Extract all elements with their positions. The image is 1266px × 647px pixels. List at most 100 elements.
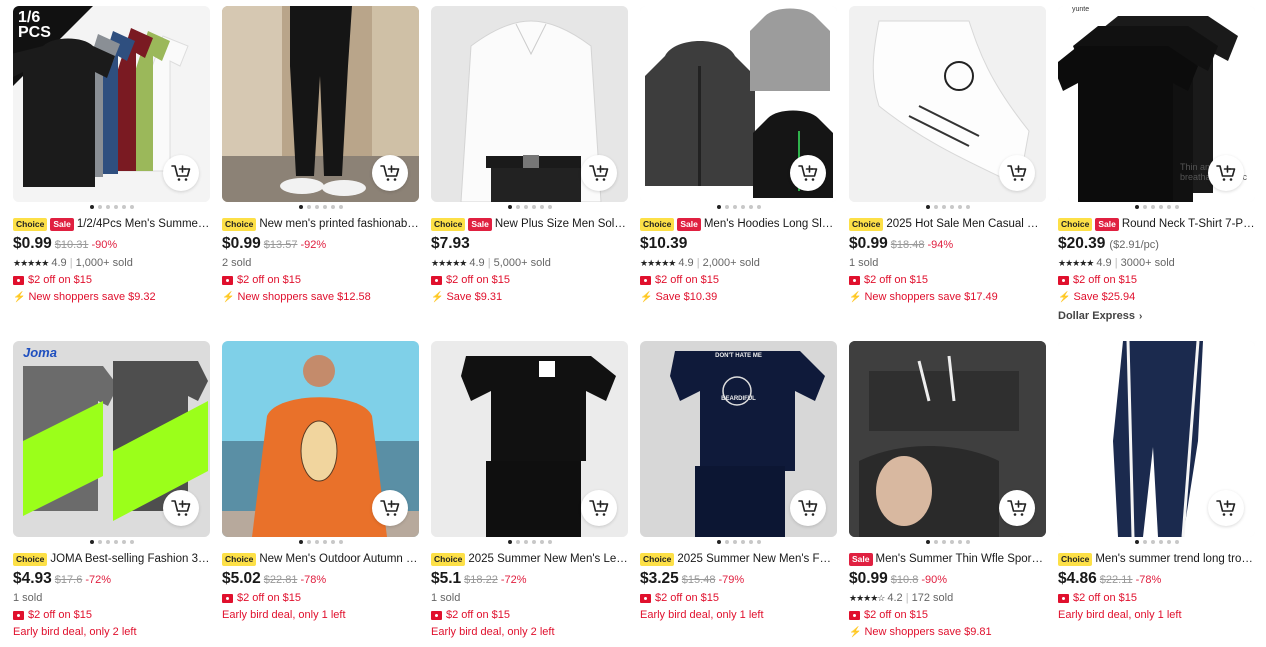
product-image[interactable] <box>431 341 628 537</box>
product-card[interactable]: 1/6 PCS ChoiceSale1/2/4Pcs Men's Summer C… <box>13 6 210 341</box>
product-card[interactable]: Choice2025 Hot Sale Men Casual Sweatpant… <box>849 6 1046 341</box>
product-image[interactable] <box>849 341 1046 537</box>
coupon-row[interactable]: $2 off on $15 <box>431 607 628 624</box>
dollar-express-link[interactable]: Dollar Express › <box>1058 308 1255 325</box>
image-pagination-dots[interactable] <box>298 205 343 209</box>
add-to-cart-button[interactable] <box>1208 490 1244 526</box>
product-card[interactable]: ChoiceNew Men's Outdoor Autumn Hoodie $5.… <box>222 341 419 647</box>
coupon-row[interactable]: $2 off on $15 <box>222 590 419 607</box>
product-title[interactable]: New Men's Outdoor Autumn Hoodie <box>259 553 419 565</box>
add-to-cart-button[interactable] <box>999 155 1035 191</box>
product-image[interactable]: Joma <box>13 341 210 537</box>
product-image[interactable] <box>849 6 1046 202</box>
product-title-row[interactable]: ChoiceJOMA Best-selling Fashion 3D Print… <box>13 551 210 567</box>
image-pagination-dots[interactable] <box>89 205 134 209</box>
sale-badge: Sale <box>677 217 701 231</box>
coupon-row[interactable]: $2 off on $15 <box>849 607 1046 624</box>
product-title[interactable]: Men's Summer Thin Wfle Sport Pants <box>876 553 1047 565</box>
add-to-cart-button[interactable] <box>581 490 617 526</box>
product-card[interactable]: ChoiceSaleMen's Hoodies Long Sleeve Zipp… <box>640 6 837 341</box>
product-image[interactable]: yunteThin and breathable fabric <box>1058 6 1255 202</box>
product-title-row[interactable]: ChoiceSaleMen's Hoodies Long Sleeve Zipp… <box>640 216 837 232</box>
product-title[interactable]: New men's printed fashionable casual pan… <box>259 218 419 230</box>
promo-text: Save $25.94 <box>1073 291 1136 303</box>
product-image[interactable] <box>431 6 628 202</box>
current-price: $0.99 <box>222 235 261 252</box>
product-card[interactable]: ChoiceSaleNew Plus Size Men Solid Color … <box>431 6 628 341</box>
product-title[interactable]: 2025 Summer New Men's Fashion Set <box>677 553 837 565</box>
product-title-row[interactable]: ChoiceNew Men's Outdoor Autumn Hoodie <box>222 551 419 567</box>
product-title-row[interactable]: Choice Men's summer trend long trousers <box>1058 551 1255 567</box>
product-title-row[interactable]: ChoiceSale1/2/4Pcs Men's Summer Casual S… <box>13 216 210 232</box>
product-title-row[interactable]: SaleMen's Summer Thin Wfle Sport Pants <box>849 551 1046 567</box>
product-title[interactable]: Men's summer trend long trousers <box>1095 553 1255 565</box>
add-to-cart-button[interactable] <box>999 490 1035 526</box>
product-title-row[interactable]: ChoiceSaleRound Neck T-Shirt 7-Piece Set <box>1058 216 1255 232</box>
image-pagination-dots[interactable] <box>716 205 761 209</box>
add-to-cart-button[interactable] <box>581 155 617 191</box>
product-title[interactable]: Round Neck T-Shirt 7-Piece Set <box>1122 218 1255 230</box>
image-pagination-dots[interactable] <box>507 540 552 544</box>
product-title[interactable]: New Plus Size Men Solid Color Long Sleev… <box>495 218 628 230</box>
product-card[interactable]: Joma ChoiceJOMA Best-selling Fashion 3D P… <box>13 341 210 647</box>
coupon-row[interactable]: $2 off on $15 <box>1058 272 1255 289</box>
product-image[interactable]: 1/6 PCS <box>13 6 210 202</box>
product-title[interactable]: Men's Hoodies Long Sleeve Zipper Jacket <box>704 218 837 230</box>
current-price: $3.25 <box>640 570 679 587</box>
product-card[interactable]: yunteThin and breathable fabric ChoiceSal… <box>1058 6 1255 341</box>
add-to-cart-button[interactable] <box>790 490 826 526</box>
original-price: $15.48 <box>681 574 716 586</box>
coupon-icon <box>640 594 651 603</box>
product-title[interactable]: 2025 Hot Sale Men Casual Sweatpants <box>886 218 1046 230</box>
product-title-row[interactable]: ChoiceSaleNew Plus Size Men Solid Color … <box>431 216 628 232</box>
add-to-cart-button[interactable] <box>163 490 199 526</box>
product-image[interactable] <box>222 341 419 537</box>
product-card[interactable]: Choice Men's summer trend long trousers $4… <box>1058 341 1255 647</box>
product-image[interactable] <box>640 6 837 202</box>
add-to-cart-button[interactable] <box>372 155 408 191</box>
coupon-row[interactable]: $2 off on $15 <box>13 272 210 289</box>
image-pagination-dots[interactable] <box>1134 205 1179 209</box>
product-title[interactable]: JOMA Best-selling Fashion 3D Printed T-S… <box>50 553 210 565</box>
product-image[interactable] <box>1058 341 1255 537</box>
add-to-cart-button[interactable] <box>790 155 826 191</box>
product-card[interactable]: Choice2025 Summer New Men's Leisure Set $… <box>431 341 628 647</box>
product-card[interactable]: SaleMen's Summer Thin Wfle Sport Pants $0… <box>849 341 1046 647</box>
image-pagination-dots[interactable] <box>89 540 134 544</box>
price-row: $0.99 $18.48 -94% <box>849 235 1046 255</box>
coupon-text: $2 off on $15 <box>237 592 302 604</box>
coupon-row[interactable]: $2 off on $15 <box>222 272 419 289</box>
early-bird-deal: Early bird deal, only 2 left <box>431 626 555 638</box>
product-title-row[interactable]: Choice2025 Summer New Men's Leisure Set <box>431 551 628 567</box>
promo-row: ⚡ New shoppers save $9.32 <box>13 289 210 306</box>
product-title-row[interactable]: Choice2025 Hot Sale Men Casual Sweatpant… <box>849 216 1046 232</box>
product-title[interactable]: 1/2/4Pcs Men's Summer Casual Short Sleev… <box>77 218 210 230</box>
coupon-row[interactable]: $2 off on $15 <box>849 272 1046 289</box>
image-pagination-dots[interactable] <box>925 540 970 544</box>
divider: | <box>902 592 912 604</box>
add-to-cart-button[interactable] <box>372 490 408 526</box>
coupon-text: $2 off on $15 <box>28 274 93 286</box>
star-rating-icon: ★★★★★ <box>13 258 49 268</box>
image-pagination-dots[interactable] <box>1134 540 1179 544</box>
product-image[interactable]: DON'T HATE ME BEARDIFUL <box>640 341 837 537</box>
product-image[interactable] <box>222 6 419 202</box>
coupon-row[interactable]: $2 off on $15 <box>640 590 837 607</box>
coupon-row[interactable]: $2 off on $15 <box>640 272 837 289</box>
image-pagination-dots[interactable] <box>298 540 343 544</box>
image-pagination-dots[interactable] <box>507 205 552 209</box>
product-title-row[interactable]: ChoiceNew men's printed fashionable casu… <box>222 216 419 232</box>
rating-row: ★★★★★ 4.9 | 1,000+ sold <box>13 255 210 272</box>
add-to-cart-button[interactable] <box>163 155 199 191</box>
image-pagination-dots[interactable] <box>716 540 761 544</box>
product-title-row[interactable]: Choice2025 Summer New Men's Fashion Set <box>640 551 837 567</box>
coupon-row[interactable]: $2 off on $15 <box>13 607 210 624</box>
product-title[interactable]: 2025 Summer New Men's Leisure Set <box>468 553 628 565</box>
coupon-row[interactable]: $2 off on $15 <box>431 272 628 289</box>
coupon-row[interactable]: $2 off on $15 <box>1058 590 1255 607</box>
promo-text: New shoppers save $17.49 <box>864 291 998 303</box>
image-pagination-dots[interactable] <box>925 205 970 209</box>
product-card[interactable]: DON'T HATE ME BEARDIFUL Choice 2025 Summer … <box>640 341 837 647</box>
product-card[interactable]: ChoiceNew men's printed fashionable casu… <box>222 6 419 341</box>
add-to-cart-button[interactable] <box>1208 155 1244 191</box>
